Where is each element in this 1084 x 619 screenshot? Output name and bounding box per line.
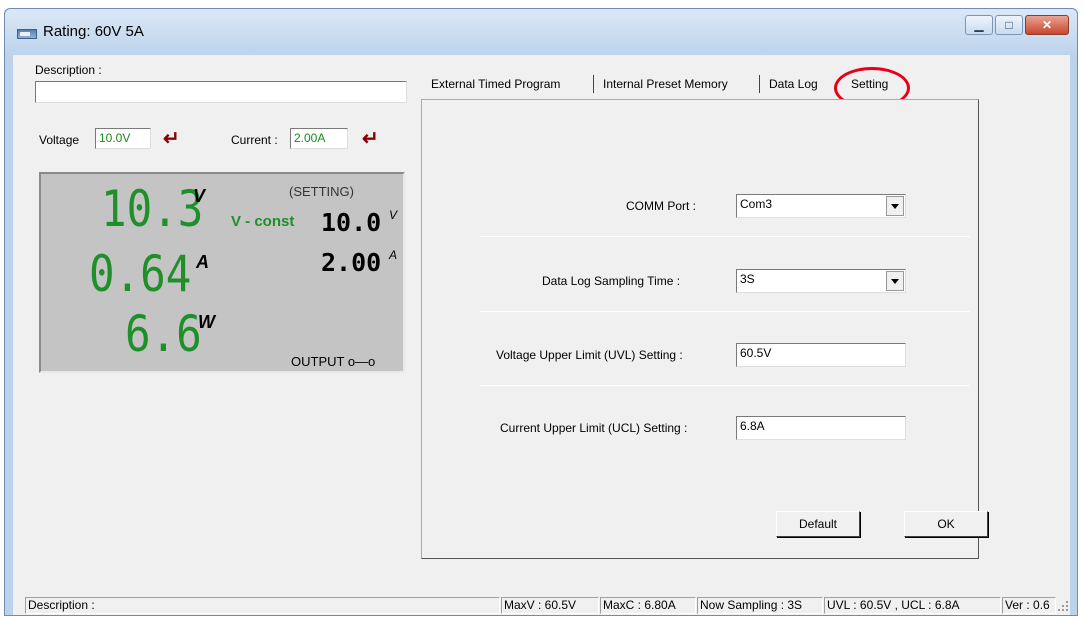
ucl-label: Current Upper Limit (UCL) Setting :	[500, 421, 688, 435]
voltage-setting-input[interactable]: 10.0V	[95, 128, 151, 149]
lcd-display: 10.3 V 0.64 A 6.6 W (SETTING) V - const …	[39, 172, 405, 373]
set-current: 2.00	[321, 248, 382, 277]
set-voltage: 10.0	[321, 208, 382, 237]
ok-button[interactable]: OK	[904, 511, 988, 537]
comm-port-select[interactable]: Com3	[736, 194, 906, 218]
close-icon: ✕	[1041, 18, 1053, 32]
uvl-input[interactable]: 60.5V	[736, 343, 906, 367]
status-limits: UVL : 60.5V , UCL : 6.8A	[824, 597, 1001, 614]
status-bar: Description : MaxV : 60.5V MaxC : 6.80A …	[13, 597, 1070, 615]
measured-voltage-unit: V	[193, 186, 206, 206]
status-maxv: MaxV : 60.5V	[501, 597, 599, 614]
window-title: Rating: 60V 5A	[43, 23, 144, 40]
measured-power: 6.6	[125, 305, 202, 363]
set-current-unit: A	[389, 248, 398, 262]
minimize-button[interactable]: ▁	[965, 15, 993, 35]
measured-current: 0.64	[89, 245, 192, 303]
tab-external-timed-program[interactable]: External Timed Program	[431, 77, 560, 91]
maximize-button[interactable]: □	[995, 15, 1023, 35]
setting-panel: COMM Port : Com3 Data Log Sampling Time …	[421, 99, 988, 559]
divider	[480, 236, 970, 237]
tab-internal-preset-memory[interactable]: Internal Preset Memory	[603, 77, 728, 91]
ucl-input[interactable]: 6.8A	[736, 416, 906, 440]
sampling-time-label: Data Log Sampling Time :	[542, 274, 681, 288]
output-indicator: OUTPUT o—o	[291, 354, 376, 369]
comm-port-label: COMM Port :	[626, 199, 697, 213]
status-description: Description :	[25, 597, 500, 614]
maximize-icon: □	[1005, 18, 1013, 32]
title-bar: Rating: 60V 5A ▁ □ ✕	[5, 9, 1077, 55]
tab-data-log[interactable]: Data Log	[769, 77, 818, 91]
chevron-down-icon[interactable]	[886, 196, 904, 216]
voltage-enter-icon[interactable]: ↵	[163, 129, 180, 149]
current-label: Current :	[231, 133, 278, 147]
divider	[480, 311, 970, 312]
resize-grip-icon[interactable]	[1058, 601, 1068, 611]
voltage-label: Voltage	[39, 133, 80, 147]
client-area: Description : Voltage 10.0V ↵ Current : …	[13, 55, 1070, 615]
mode-label: V - const	[231, 213, 295, 230]
chevron-down-icon[interactable]	[886, 271, 904, 291]
current-enter-icon[interactable]: ↵	[362, 129, 379, 149]
set-voltage-unit: V	[389, 208, 398, 222]
current-setting-input[interactable]: 2.00A	[290, 128, 348, 149]
measured-current-unit: A	[196, 252, 209, 272]
status-sampling: Now Sampling : 3S	[697, 597, 823, 614]
sampling-time-select[interactable]: 3S	[736, 269, 906, 293]
tab-control: External Timed Program Internal Preset M…	[421, 67, 988, 567]
measured-power-unit: W	[198, 312, 215, 332]
status-maxc: MaxC : 6.80A	[600, 597, 696, 614]
minimize-icon: ▁	[974, 18, 984, 32]
tab-separator	[593, 75, 594, 93]
tab-separator	[759, 75, 760, 93]
setting-label: (SETTING)	[289, 184, 354, 199]
app-icon	[17, 29, 37, 39]
window-controls: ▁ □ ✕	[963, 15, 1069, 35]
uvl-label: Voltage Upper Limit (UVL) Setting :	[496, 348, 683, 362]
close-button[interactable]: ✕	[1025, 15, 1069, 35]
measured-voltage: 10.3	[101, 180, 204, 238]
default-button[interactable]: Default	[776, 511, 860, 537]
divider	[480, 385, 970, 386]
app-window: Rating: 60V 5A ▁ □ ✕ Description : Volta…	[4, 8, 1078, 616]
description-input[interactable]	[35, 81, 407, 103]
status-version: Ver : 0.6	[1002, 597, 1056, 614]
description-label: Description :	[35, 63, 102, 77]
